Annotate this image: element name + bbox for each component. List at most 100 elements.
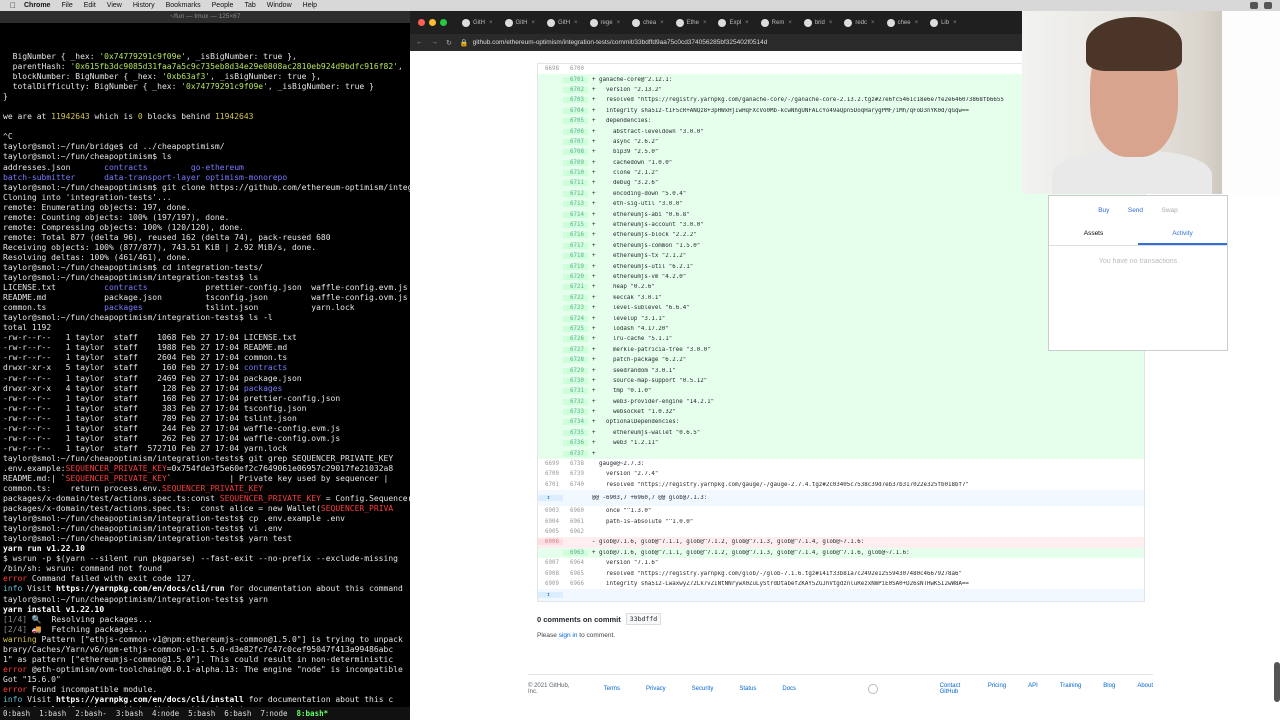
tmux-window[interactable]: 2:bash- <box>75 709 107 718</box>
browser-tab[interactable]: Lib × <box>925 11 962 34</box>
tmux-window[interactable]: 8:bash* <box>297 709 329 718</box>
back-icon[interactable]: ← <box>416 39 423 46</box>
tab-close-icon[interactable]: × <box>703 20 707 26</box>
scrollbar-thumb[interactable] <box>1274 662 1280 702</box>
zoom-window-icon[interactable] <box>440 19 447 26</box>
browser-tab[interactable]: Rem × <box>756 11 797 34</box>
browser-tab[interactable]: Ethe × <box>671 11 712 34</box>
terminal-text: go-ethereum <box>190 162 244 172</box>
browser-tab[interactable]: GitH × <box>457 11 498 34</box>
minimize-window-icon[interactable] <box>429 19 436 26</box>
tmux-window[interactable]: 6:bash <box>224 709 251 718</box>
tab-title: Rem <box>771 19 785 26</box>
browser-tab[interactable]: chea × <box>627 11 669 34</box>
tab-close-icon[interactable]: × <box>788 20 792 26</box>
tab-close-icon[interactable]: × <box>915 20 919 26</box>
diff-code: + patch-package "6.2.2" <box>592 357 687 364</box>
terminal-window[interactable]: ~/fun — tmux — 125×67 BigNumber { _hex: … <box>0 11 410 720</box>
new-line-number: 6965 <box>570 570 584 577</box>
tmux-window[interactable]: 3:bash <box>116 709 143 718</box>
tmux-window[interactable]: 7:node <box>260 709 287 718</box>
old-line-number: 6698 <box>545 66 559 73</box>
browser-tab[interactable]: GitH × <box>500 11 541 34</box>
menu-item[interactable]: Bookmarks <box>166 2 201 9</box>
tmux-window[interactable]: 4:node <box>152 709 179 718</box>
browser-tab[interactable]: GitH × <box>542 11 583 34</box>
browser-tab[interactable]: chee × <box>882 11 924 34</box>
diff-code: + websocket "1.0.32" <box>592 409 676 416</box>
menu-item[interactable]: People <box>212 2 234 9</box>
footer-link[interactable]: Status <box>739 686 756 692</box>
tab-close-icon[interactable]: × <box>953 20 957 26</box>
old-line-number[interactable]: ↕ <box>538 495 563 502</box>
wallet-action-button[interactable]: Swap <box>1161 207 1177 214</box>
terminal-line: [1/4] 🔍 Resolving packages... <box>3 615 410 625</box>
terminal-line: } <box>3 92 410 102</box>
diff-row: ↕ <box>538 589 1144 602</box>
tab-close-icon[interactable]: × <box>489 20 493 26</box>
footer-link[interactable]: API <box>1028 683 1038 695</box>
signin-link[interactable]: sign in <box>559 632 578 639</box>
tab-close-icon[interactable]: × <box>745 20 749 26</box>
tab-close-icon[interactable]: × <box>871 20 875 26</box>
tab-close-icon[interactable]: × <box>574 20 578 26</box>
tab-favicon-icon <box>675 18 684 27</box>
status-icon[interactable] <box>1264 2 1272 9</box>
terminal-text: taylor@smol:~/fun/cheapoptimism/integrat… <box>3 273 259 283</box>
reload-icon[interactable]: ↻ <box>446 39 452 47</box>
wallet-tab[interactable]: Assets <box>1049 230 1138 245</box>
tab-close-icon[interactable]: × <box>532 20 536 26</box>
tmux-window[interactable]: 5:bash <box>188 709 215 718</box>
new-line-number: 6739 <box>570 471 584 478</box>
menu-app-name[interactable]: Chrome <box>24 2 50 9</box>
close-window-icon[interactable] <box>418 19 425 26</box>
diff-code: + source-map-support "0.5.12" <box>592 377 708 384</box>
apple-icon[interactable]:  <box>8 1 18 10</box>
terminal-line: parentHash: '0x615fb3dc9085d31faa7a5c9c7… <box>3 62 410 72</box>
browser-tab[interactable]: Expl × <box>713 11 753 34</box>
wallet-action-button[interactable]: Buy <box>1098 207 1109 214</box>
footer-link[interactable]: Terms <box>604 686 620 692</box>
menu-item[interactable]: Edit <box>84 2 96 9</box>
comments-header: 0 comments on commit 33bdffd <box>537 613 662 625</box>
footer-link[interactable]: Pricing <box>988 683 1006 695</box>
terminal-text: '0x74779291c9f09e' <box>99 52 187 61</box>
menu-item[interactable]: File <box>61 2 72 9</box>
terminal-text: = Config.Sequencer <box>320 494 410 504</box>
footer-link[interactable]: Docs <box>782 686 796 692</box>
forward-icon[interactable]: → <box>431 39 438 46</box>
wallet-action-button[interactable]: Send <box>1128 207 1143 214</box>
footer-link[interactable]: Training <box>1060 683 1081 695</box>
new-line-number: 6733 <box>563 409 588 416</box>
menu-item[interactable]: Help <box>303 2 317 9</box>
menu-item[interactable]: Tab <box>244 2 255 9</box>
menu-item[interactable]: View <box>107 2 122 9</box>
terminal-text: remote: Compressing objects: 100% (120/1… <box>3 222 244 232</box>
terminal-text: taylor@smol:~/fun/cheapoptimism$ cd inte… <box>3 262 264 272</box>
browser-tab[interactable]: brid × <box>799 11 838 34</box>
tmux-window[interactable]: 0:bash <box>3 709 30 718</box>
menu-item[interactable]: History <box>133 2 155 9</box>
browser-tab[interactable]: rege × <box>585 11 626 34</box>
commit-sha[interactable]: 33bdffd <box>625 613 662 625</box>
browser-tab[interactable]: redc × <box>839 11 879 34</box>
menu-item[interactable]: Window <box>267 2 292 9</box>
tab-close-icon[interactable]: × <box>829 20 833 26</box>
tab-close-icon[interactable]: × <box>660 20 664 26</box>
wallet-tab[interactable]: Activity <box>1138 230 1227 245</box>
status-icon[interactable] <box>1250 2 1258 9</box>
tab-close-icon[interactable]: × <box>617 20 621 26</box>
old-line-number: 6903 <box>545 508 559 515</box>
new-line-number: 6722 <box>563 294 588 301</box>
footer-link[interactable]: About <box>1137 683 1153 695</box>
terminal-line: info Visit https://yarnpkg.com/en/docs/c… <box>3 695 410 705</box>
footer-link[interactable]: Blog <box>1103 683 1115 695</box>
footer-link[interactable]: Security <box>692 686 714 692</box>
tab-title: GitH <box>558 19 571 26</box>
old-line-number[interactable]: ↕ <box>538 592 563 599</box>
footer-link[interactable]: Privacy <box>646 686 666 692</box>
footer-link[interactable]: Contact GitHub <box>940 683 966 695</box>
github-logo-icon[interactable] <box>868 684 878 694</box>
tmux-window[interactable]: 1:bash <box>39 709 66 718</box>
url-field[interactable]: github.com/ethereum-optimism/integration… <box>473 39 768 46</box>
